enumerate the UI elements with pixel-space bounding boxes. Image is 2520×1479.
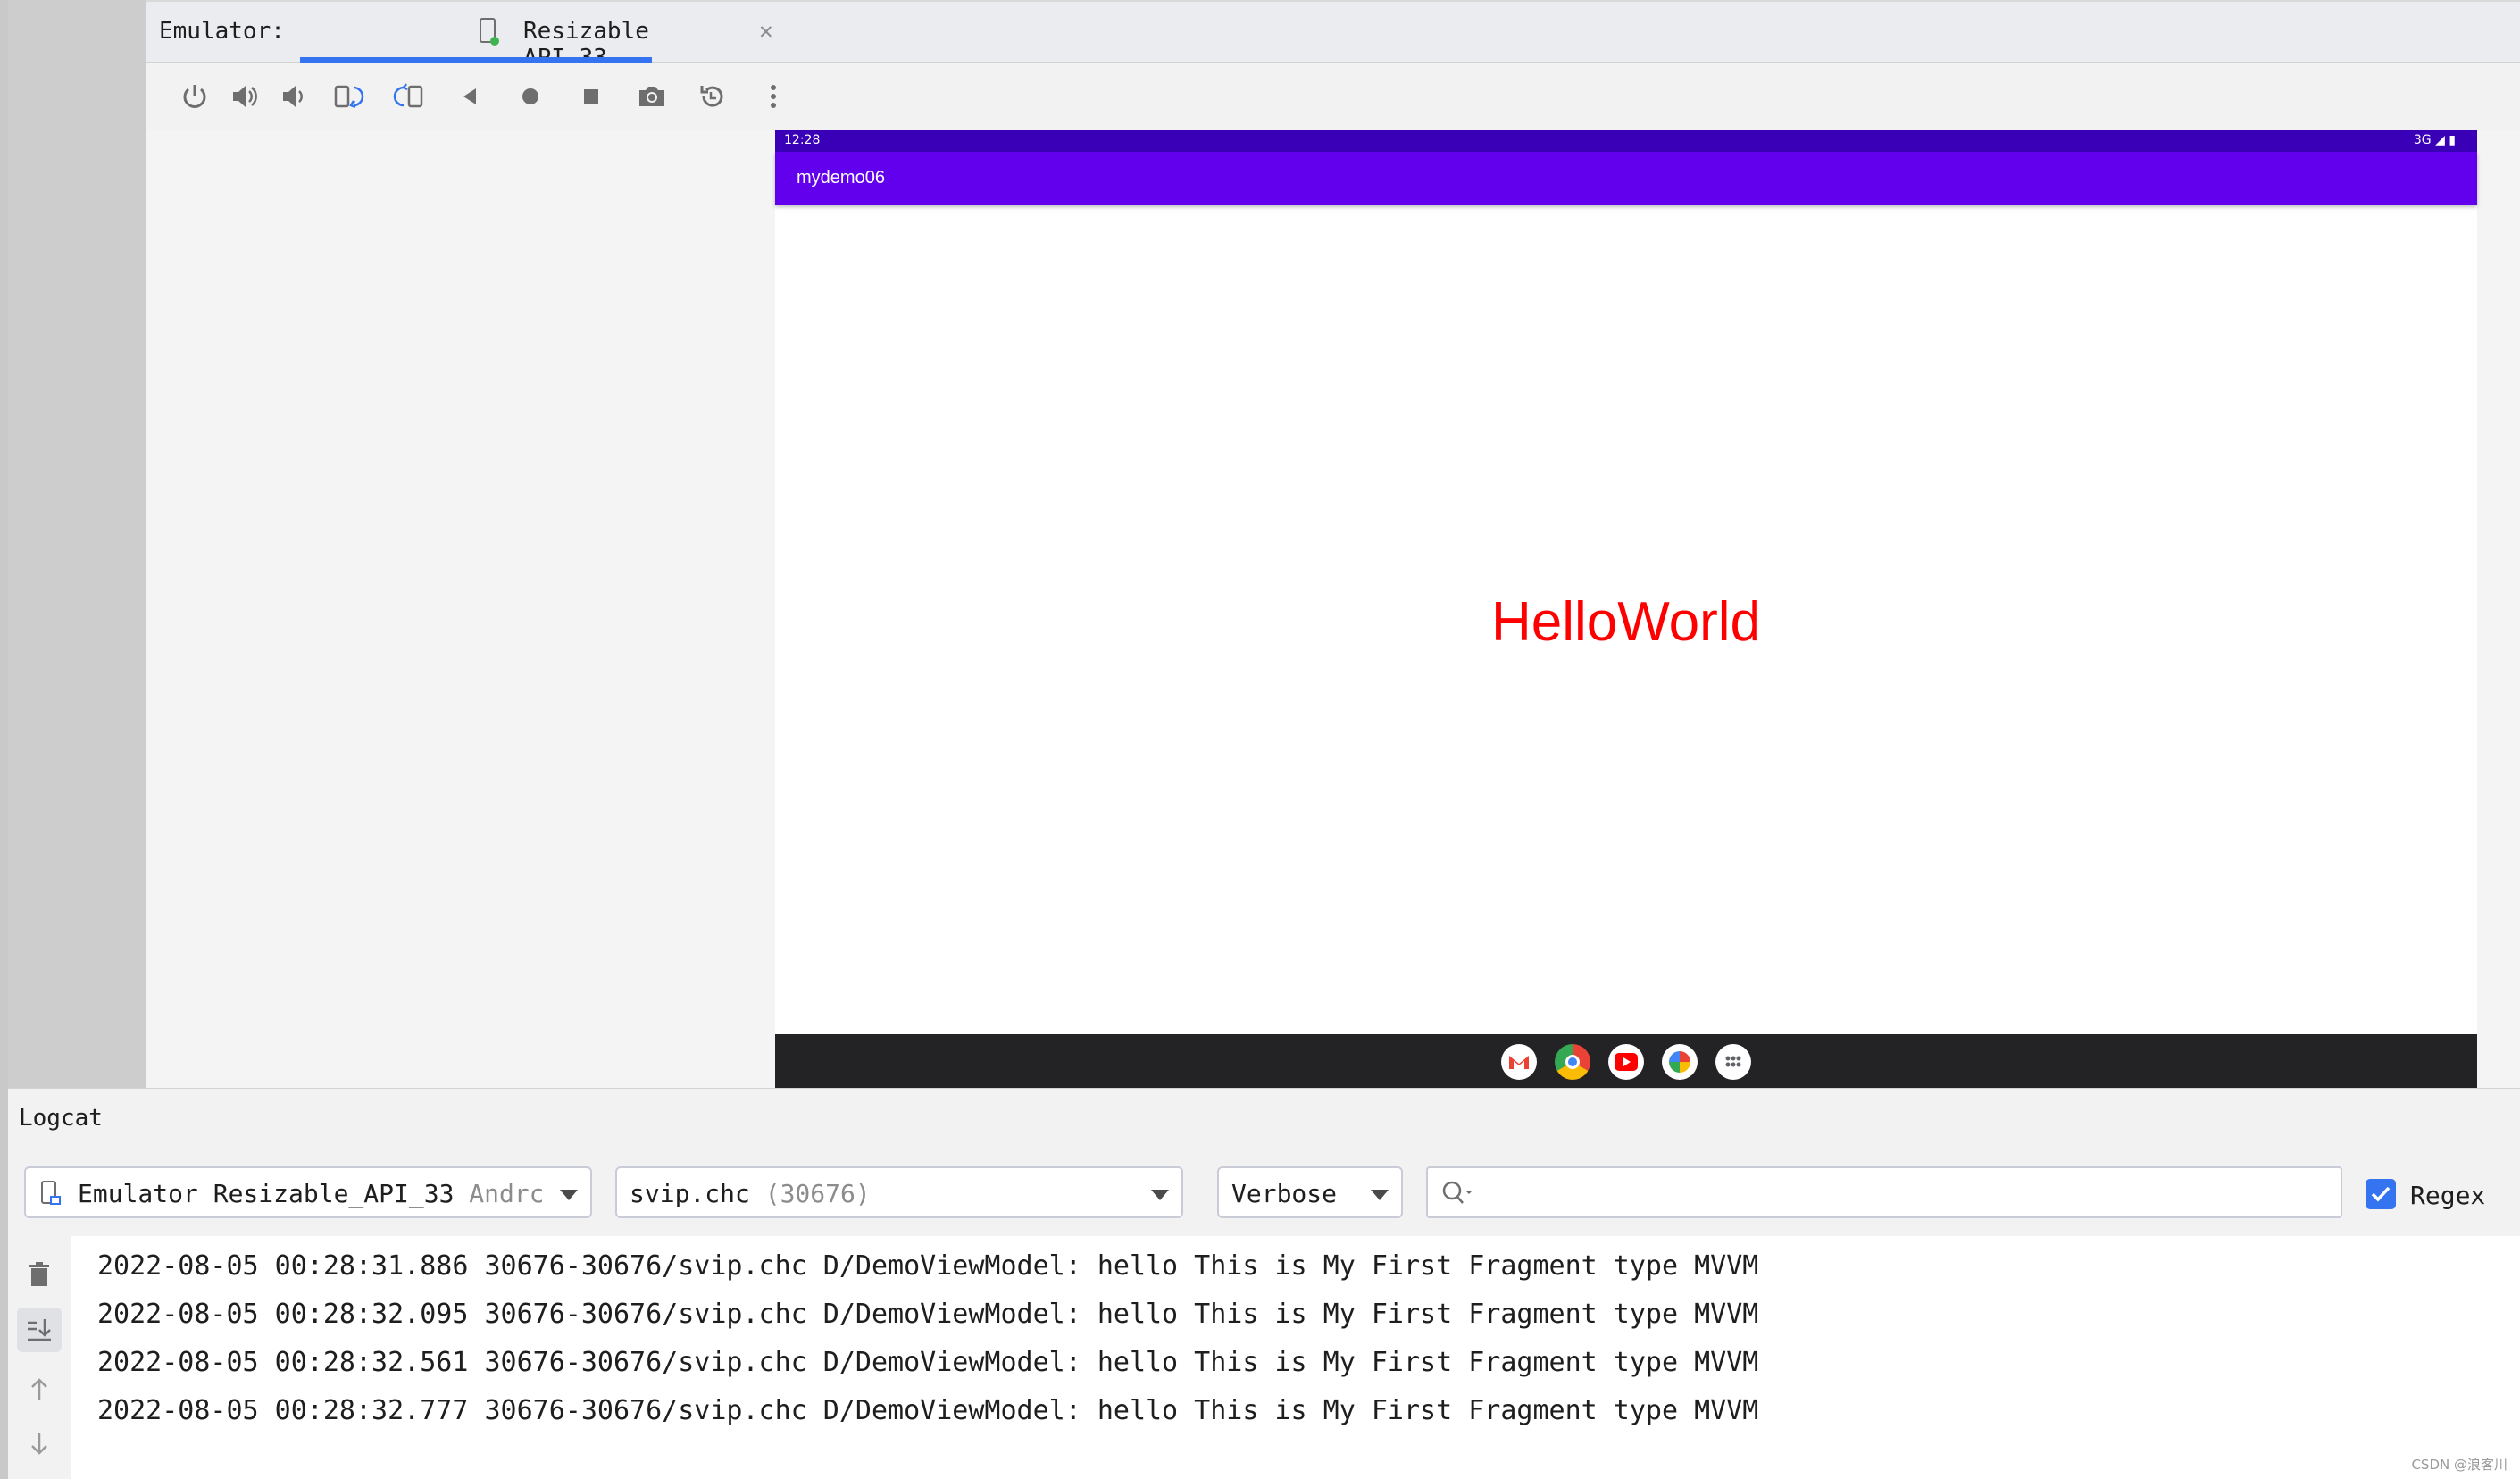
log-level-select[interactable]: Verbose	[1217, 1166, 1403, 1218]
device-icon	[480, 18, 499, 46]
log-line: 2022-08-05 00:28:32.561 30676-30676/svip…	[97, 1347, 1759, 1378]
trash-icon	[29, 1262, 49, 1286]
chevron-down-icon	[560, 1190, 578, 1200]
screenshot-icon	[639, 87, 664, 106]
app-drawer-icon[interactable]	[1715, 1044, 1751, 1080]
regex-label: Regex	[2410, 1181, 2486, 1210]
regex-checkbox[interactable]	[2366, 1179, 2396, 1209]
tab-resizable-api-33[interactable]: Resizable API 33 ✕	[300, 2, 773, 71]
arrow-up-icon	[31, 1378, 47, 1400]
device-select-value: Emulator Resizable_API_33	[78, 1179, 455, 1208]
log-output[interactable]: 2022-08-05 00:28:31.886 30676-30676/svip…	[71, 1236, 2520, 1479]
more-options-button[interactable]	[755, 79, 791, 114]
device-select-suffix: Andrc	[469, 1179, 542, 1208]
scroll-to-end-button[interactable]	[17, 1308, 62, 1352]
log-line: 2022-08-05 00:28:32.777 30676-30676/svip…	[97, 1395, 1759, 1426]
check-icon	[2371, 1186, 2391, 1202]
chevron-down-icon	[1151, 1190, 1169, 1200]
close-icon[interactable]: ✕	[759, 18, 773, 45]
logcat-title: Logcat	[19, 1105, 103, 1132]
snapshot-button[interactable]	[695, 79, 730, 114]
app-title: mydemo06	[797, 168, 885, 188]
home-button[interactable]	[513, 79, 548, 114]
search-field[interactable]	[1426, 1166, 2342, 1218]
hello-world-text: HelloWorld	[1490, 591, 1762, 653]
clear-log-button[interactable]	[17, 1252, 62, 1297]
emulator-toolbar	[146, 63, 2520, 131]
home-icon	[522, 88, 538, 104]
logcat-side-toolbar	[8, 1236, 71, 1479]
rotate-right-icon	[393, 83, 423, 108]
process-name: svip.chc	[630, 1179, 750, 1208]
logcat-header: Logcat	[8, 1088, 2520, 1150]
back-icon	[463, 88, 476, 104]
status-indicators: 3G ◢ ▮	[2413, 133, 2456, 147]
process-select[interactable]: svip.chc (30676)	[615, 1166, 1183, 1218]
log-line: 2022-08-05 00:28:32.095 30676-30676/svip…	[97, 1299, 1759, 1330]
rotate-left-icon	[334, 85, 364, 109]
overview-icon	[584, 89, 598, 104]
log-line: 2022-08-05 00:28:31.886 30676-30676/svip…	[97, 1250, 1759, 1282]
gmail-icon[interactable]	[1501, 1044, 1537, 1080]
logcat-filters: Emulator Resizable_API_33 Andrc svip.chc…	[8, 1149, 2520, 1236]
photos-icon[interactable]	[1662, 1044, 1698, 1080]
device-screen[interactable]: 12:28 3G ◢ ▮ mydemo06 HelloWorld	[775, 130, 2477, 1088]
scroll-down-button[interactable]	[17, 1422, 62, 1466]
log-level-value: Verbose	[1231, 1179, 1338, 1208]
scroll-to-end-icon	[28, 1319, 51, 1341]
power-button[interactable]	[177, 79, 213, 114]
overview-button[interactable]	[573, 79, 609, 114]
screenshot-button[interactable]	[634, 79, 670, 114]
volume-down-icon	[283, 86, 303, 107]
device-icon	[41, 1181, 61, 1205]
status-bar: 12:28 3G ◢ ▮	[775, 130, 2477, 152]
volume-up-icon	[233, 86, 257, 107]
rotate-left-button[interactable]	[330, 79, 366, 114]
rotate-right-button[interactable]	[391, 79, 427, 114]
emulator-label: Emulator:	[159, 18, 285, 45]
arrow-down-icon	[31, 1433, 47, 1455]
side-panel	[8, 0, 147, 1088]
taskbar	[775, 1034, 2477, 1088]
more-icon	[771, 85, 776, 108]
scroll-up-button[interactable]	[17, 1366, 62, 1411]
back-button[interactable]	[452, 79, 488, 114]
app-bar: mydemo06	[775, 152, 2477, 205]
youtube-icon[interactable]	[1608, 1044, 1644, 1080]
chevron-down-icon	[1371, 1190, 1389, 1200]
power-icon	[183, 85, 206, 108]
volume-up-button[interactable]	[227, 79, 263, 114]
status-time: 12:28	[784, 133, 821, 147]
device-select[interactable]: Emulator Resizable_API_33 Andrc	[24, 1166, 592, 1218]
process-pid: (30676)	[764, 1179, 871, 1208]
search-input[interactable]	[1481, 1175, 2324, 1211]
left-gutter	[0, 0, 8, 1479]
chrome-icon[interactable]	[1555, 1044, 1590, 1080]
search-icon	[1442, 1181, 1473, 1204]
snapshot-icon	[700, 86, 723, 107]
emulator-tab-strip: Emulator: Resizable API 33 ✕	[146, 0, 2520, 71]
volume-down-button[interactable]	[275, 79, 311, 114]
watermark: CSDN @浪客川	[2411, 1457, 2507, 1473]
